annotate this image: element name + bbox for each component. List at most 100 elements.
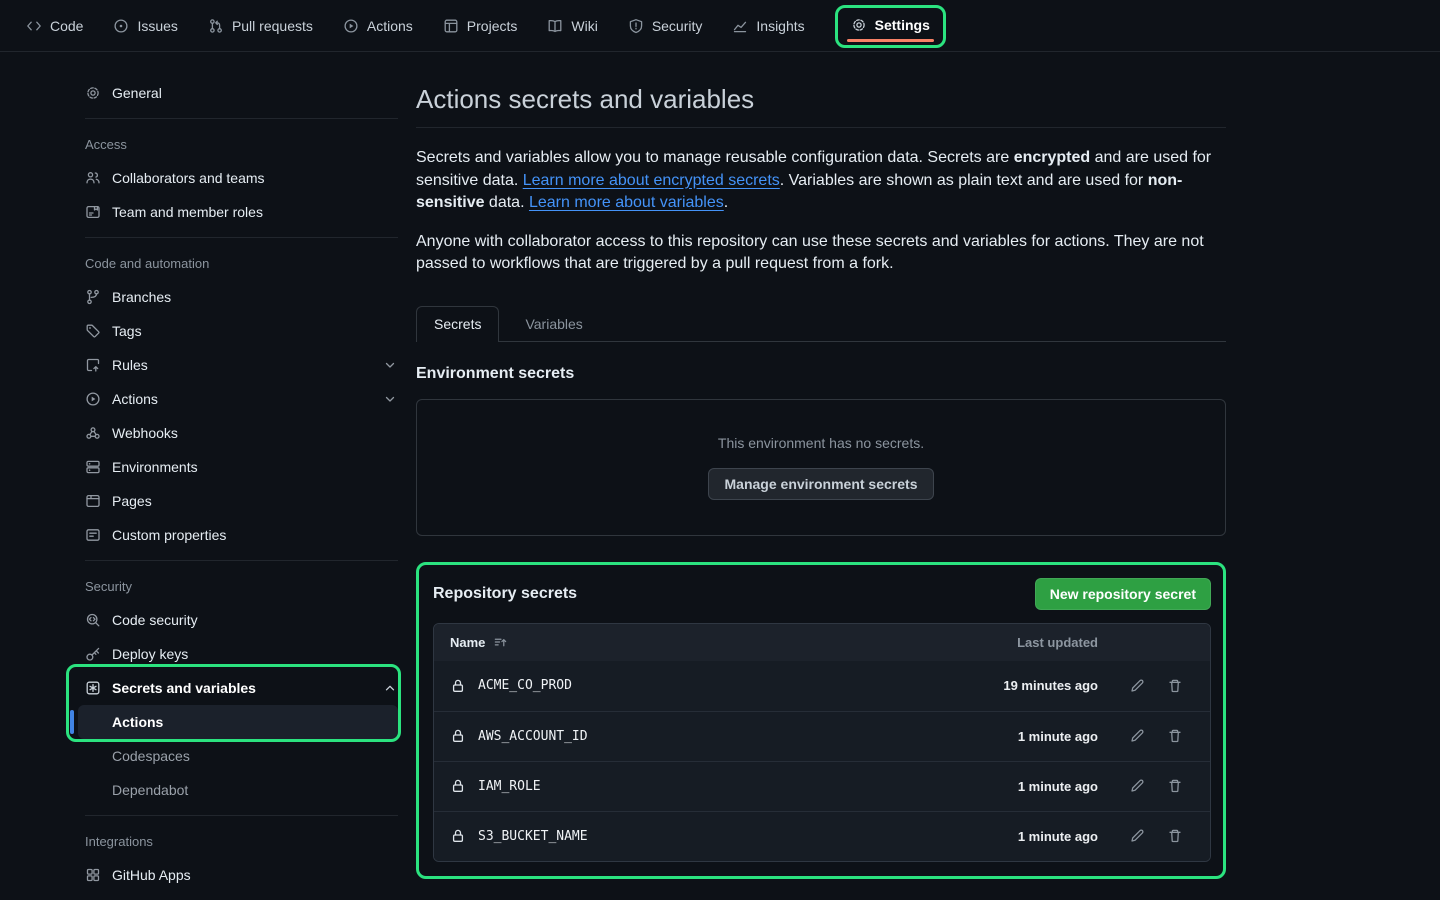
sidebar-item-label: Collaborators and teams — [112, 170, 265, 186]
sidebar-divider — [85, 237, 398, 238]
nav-tab-wiki[interactable]: Wiki — [547, 18, 597, 34]
nav-tab-actions[interactable]: Actions — [343, 18, 413, 34]
issue-icon — [113, 18, 129, 34]
edit-secret-button[interactable] — [1118, 828, 1156, 844]
nav-tab-label: Pull requests — [232, 18, 313, 34]
sidebar-divider — [85, 118, 398, 119]
secret-last-updated: 1 minute ago — [948, 729, 1098, 744]
sidebar-item-pages[interactable]: Pages — [85, 484, 398, 518]
graph-icon — [732, 18, 748, 34]
sidebar-item-deploy-keys[interactable]: Deploy keys — [85, 637, 398, 671]
column-header-last-updated: Last updated — [948, 635, 1098, 650]
nav-tab-pull-requests[interactable]: Pull requests — [208, 18, 313, 34]
gear-icon — [85, 85, 101, 101]
nav-tab-security[interactable]: Security — [628, 18, 703, 34]
delete-secret-button[interactable] — [1156, 828, 1194, 844]
gear-icon — [851, 17, 867, 33]
lock-icon — [450, 778, 466, 794]
secrets-variables-highlight-box: Secrets and variables Actions — [85, 671, 398, 739]
note-icon — [85, 527, 101, 543]
nav-tab-label: Insights — [756, 18, 804, 34]
sidebar-item-label: Pages — [112, 493, 152, 509]
sidebar-item-custom-properties[interactable]: Custom properties — [85, 518, 398, 552]
sidebar-item-label: Team and member roles — [112, 204, 263, 220]
sidebar-item-branches[interactable]: Branches — [85, 280, 398, 314]
sidebar-item-label: Tags — [112, 323, 142, 339]
secret-name: AWS_ACCOUNT_ID — [478, 729, 588, 744]
environment-secrets-box: This environment has no secrets. Manage … — [416, 399, 1226, 536]
sidebar-item-email-notifications[interactable]: Email notifications — [85, 892, 398, 900]
sidebar-section-integrations: Integrations — [85, 824, 398, 858]
sidebar-subitem-actions-active[interactable]: Actions — [78, 705, 398, 739]
encrypted-secrets-link[interactable]: Learn more about encrypted secrets — [523, 172, 780, 189]
sidebar-section-access: Access — [85, 127, 398, 161]
sidebar-item-label: Secrets and variables — [112, 680, 256, 696]
delete-secret-button[interactable] — [1156, 728, 1194, 744]
key-icon — [85, 646, 101, 662]
description-text: data. — [484, 194, 528, 211]
chevron-down-icon — [382, 357, 398, 373]
sidebar-item-label: Branches — [112, 289, 171, 305]
sidebar-item-label: Codespaces — [112, 748, 190, 764]
tab-secrets-active[interactable]: Secrets — [416, 306, 499, 342]
sidebar-item-label: Environments — [112, 459, 198, 475]
sidebar-subitem-codespaces[interactable]: Codespaces — [85, 739, 398, 773]
nav-tab-label: Code — [50, 18, 83, 34]
nav-tab-settings-active[interactable]: Settings — [851, 17, 930, 33]
nav-tab-code[interactable]: Code — [26, 18, 83, 34]
nav-tab-insights[interactable]: Insights — [732, 18, 804, 34]
code-icon — [26, 18, 42, 34]
edit-secret-button[interactable] — [1118, 728, 1156, 744]
delete-secret-button[interactable] — [1156, 678, 1194, 694]
sidebar-item-rules[interactable]: Rules — [85, 348, 398, 382]
shield-icon — [628, 18, 644, 34]
sidebar-item-code-security[interactable]: Code security — [85, 603, 398, 637]
stack-icon — [85, 459, 101, 475]
sidebar-item-tags[interactable]: Tags — [85, 314, 398, 348]
repository-secrets-highlight-box: Repository secrets New repository secret… — [416, 562, 1226, 879]
sidebar-item-environments[interactable]: Environments — [85, 450, 398, 484]
secret-last-updated: 1 minute ago — [948, 779, 1098, 794]
pencil-icon — [1129, 778, 1145, 794]
nav-tab-label: Settings — [875, 17, 930, 33]
tab-variables[interactable]: Variables — [508, 307, 599, 341]
secrets-table-header: Name Last updated — [434, 624, 1210, 661]
sidebar-item-team-roles[interactable]: Team and member roles — [85, 195, 398, 229]
delete-secret-button[interactable] — [1156, 778, 1194, 794]
lock-icon — [450, 828, 466, 844]
id-badge-icon — [85, 204, 101, 220]
nav-tab-label: Security — [652, 18, 703, 34]
play-circle-icon — [85, 391, 101, 407]
nav-tab-issues[interactable]: Issues — [113, 18, 177, 34]
sidebar-item-label: Custom properties — [112, 527, 226, 543]
tag-icon — [85, 323, 101, 339]
sidebar-item-general[interactable]: General — [85, 76, 398, 110]
new-repository-secret-button[interactable]: New repository secret — [1035, 578, 1211, 610]
sidebar-subitem-dependabot[interactable]: Dependabot — [85, 773, 398, 807]
sidebar-item-webhooks[interactable]: Webhooks — [85, 416, 398, 450]
sidebar-item-github-apps[interactable]: GitHub Apps — [85, 858, 398, 892]
column-header-name[interactable]: Name — [450, 635, 508, 650]
sidebar-item-label: Actions — [112, 714, 163, 730]
edit-secret-button[interactable] — [1118, 678, 1156, 694]
secret-name: IAM_ROLE — [478, 779, 541, 794]
edit-secret-button[interactable] — [1118, 778, 1156, 794]
sidebar-item-label: Deploy keys — [112, 646, 188, 662]
manage-environment-secrets-button[interactable]: Manage environment secrets — [708, 468, 935, 500]
secret-last-updated: 19 minutes ago — [948, 678, 1098, 693]
projects-table-icon — [443, 18, 459, 34]
variables-link[interactable]: Learn more about variables — [529, 194, 724, 211]
browser-icon — [85, 493, 101, 509]
secret-name: S3_BUCKET_NAME — [478, 829, 588, 844]
nav-tab-projects[interactable]: Projects — [443, 18, 518, 34]
chevron-down-icon — [382, 391, 398, 407]
sidebar-item-secrets-and-variables[interactable]: Secrets and variables — [85, 671, 398, 705]
secret-name: ACME_CO_PROD — [478, 678, 572, 693]
sidebar-item-label: General — [112, 85, 162, 101]
description-bold: encrypted — [1014, 149, 1090, 166]
sidebar-item-actions[interactable]: Actions — [85, 382, 398, 416]
secret-last-updated: 1 minute ago — [948, 829, 1098, 844]
apps-grid-icon — [85, 867, 101, 883]
sort-ascending-icon — [493, 635, 508, 650]
sidebar-item-collaborators[interactable]: Collaborators and teams — [85, 161, 398, 195]
